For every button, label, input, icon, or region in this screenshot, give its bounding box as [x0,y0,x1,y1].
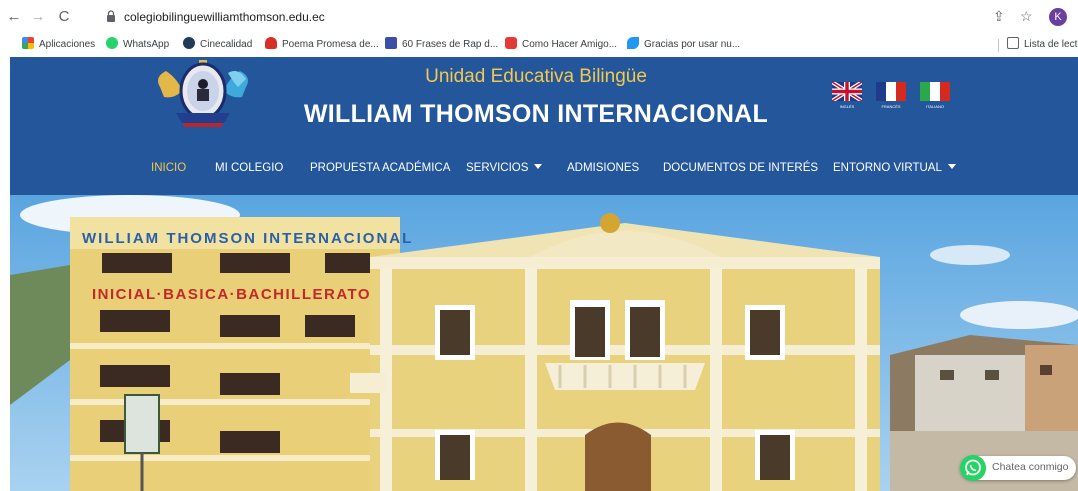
chevron-down-icon [534,164,543,169]
site-header: Unidad Educativa Bilingüe WILLIAM THOMSO… [10,57,1078,195]
bookmark-poema[interactable]: Poema Promesa de... [265,37,379,53]
nav-item-entorno-virtual[interactable]: ENTORNO VIRTUAL [833,162,956,174]
bird-icon [627,37,639,49]
reading-list-icon [1007,37,1019,49]
forward-arrow-icon[interactable]: → [28,7,48,27]
site-subtitle: Unidad Educativa Bilingüe [425,66,647,87]
nav-item-propuesta-academica[interactable]: PROPUESTA ACADÉMICA [310,162,450,174]
browser-window: ← → C colegiobilinguewilliamthomson.edu.… [0,0,1078,491]
back-arrow-icon[interactable]: ← [4,7,24,27]
bookmark-gracias[interactable]: Gracias por usar nu... [627,37,740,53]
whatsapp-chat-button[interactable]: Chatea conmigo [960,455,1076,481]
bookmark-frases-rap[interactable]: 60 Frases de Rap d... [385,37,498,53]
bookmark-star-icon[interactable]: ☆ [1020,8,1033,25]
address-bar[interactable]: colegiobilinguewilliamthomson.edu.ec [124,10,325,24]
bookmarks-divider [998,39,999,52]
lock-icon [107,10,115,22]
whatsapp-icon [106,37,118,49]
cinecalidad-icon [183,37,195,49]
building-sign-text: WILLIAM THOMSON INTERNACIONAL [82,230,413,247]
whatsapp-chat-label: Chatea conmigo [992,461,1069,473]
france-flag-icon[interactable] [876,82,906,101]
reload-icon[interactable]: C [54,7,74,27]
flag-label-english: INGLÉS [839,104,855,109]
youtube-icon [505,37,517,49]
browser-toolbar: ← → C colegiobilinguewilliamthomson.edu.… [0,0,1078,34]
website-content: Unidad Educativa Bilingüe WILLIAM THOMSO… [10,57,1078,491]
apps-grid-icon [22,37,34,49]
rose-icon [265,37,277,49]
reading-list-button[interactable]: Lista de lect [1007,37,1077,53]
nav-item-servicios[interactable]: SERVICIOS [466,162,543,174]
nav-item-inicio[interactable]: INICIO [151,162,186,174]
nav-item-admisiones[interactable]: ADMISIONES [567,162,639,174]
whatsapp-icon [960,455,986,481]
quote-icon [385,37,397,49]
nav-item-mi-colegio[interactable]: MI COLEGIO [215,162,283,174]
school-building-photo: WILLIAM THOMSON INTERNACIONAL INICIAL·BA… [10,195,1078,491]
flag-label-italian: ITALIANO [926,104,944,109]
hero-image: WILLIAM THOMSON INTERNACIONAL INICIAL·BA… [10,195,1078,491]
profile-avatar[interactable]: K [1049,8,1067,26]
nav-item-documentos[interactable]: DOCUMENTOS DE INTERÉS [663,162,818,174]
levels-sign-text: INICIAL·BASICA·BACHILLERATO [92,286,371,303]
chevron-down-icon [947,164,956,169]
uk-flag-icon[interactable] [832,82,862,101]
bookmark-cinecalidad[interactable]: Cinecalidad [183,37,252,53]
bookmark-whatsapp[interactable]: WhatsApp [106,37,169,53]
italy-flag-icon[interactable] [920,82,950,101]
flag-label-french: FRANCÉS [881,104,901,109]
share-icon[interactable]: ⇪ [993,8,1005,25]
site-title: WILLIAM THOMSON INTERNACIONAL [303,100,769,128]
bookmark-como-hacer-amigos[interactable]: Como Hacer Amigo... [505,37,617,53]
bookmark-apps[interactable]: Aplicaciones [22,37,95,53]
bookmarks-bar: Aplicaciones WhatsApp Cinecalidad Poema … [0,34,1078,56]
